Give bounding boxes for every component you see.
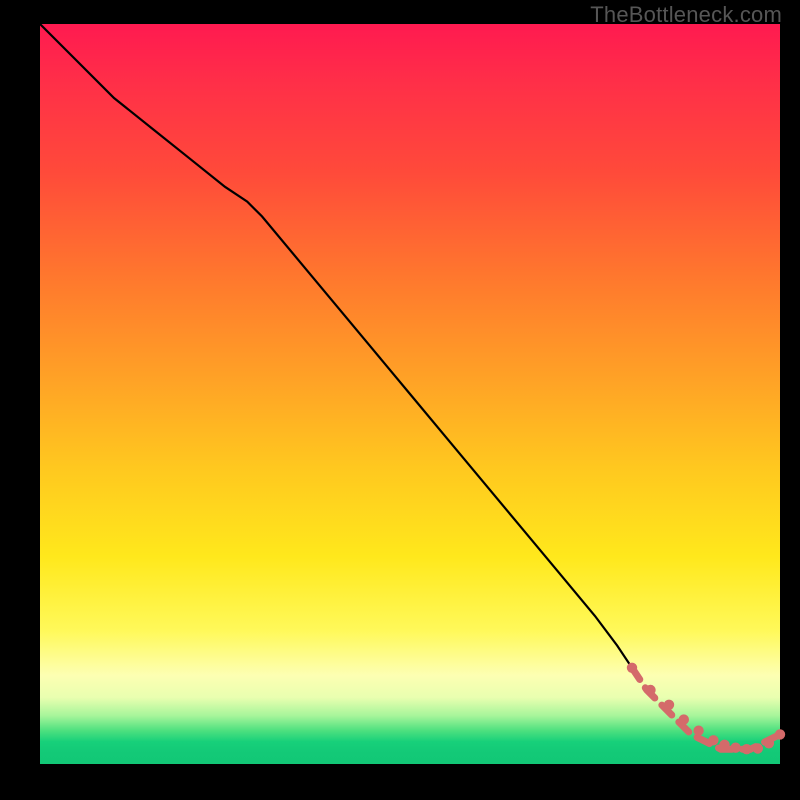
dot bbox=[742, 744, 752, 754]
dot bbox=[693, 726, 703, 736]
dot bbox=[764, 738, 774, 748]
plot-area bbox=[40, 24, 780, 764]
dot bbox=[775, 729, 785, 739]
dot bbox=[753, 743, 763, 753]
dot bbox=[730, 743, 740, 753]
bottleneck-curve-solid bbox=[40, 24, 632, 668]
dot bbox=[719, 740, 729, 750]
dot bbox=[679, 714, 689, 724]
dot bbox=[645, 685, 655, 695]
dot bbox=[627, 663, 637, 673]
chart-overlay bbox=[40, 24, 780, 764]
chart-container: TheBottleneck.com bbox=[0, 0, 800, 800]
dot bbox=[708, 735, 718, 745]
bottleneck-curve-dashed bbox=[632, 668, 780, 749]
dot bbox=[664, 700, 674, 710]
